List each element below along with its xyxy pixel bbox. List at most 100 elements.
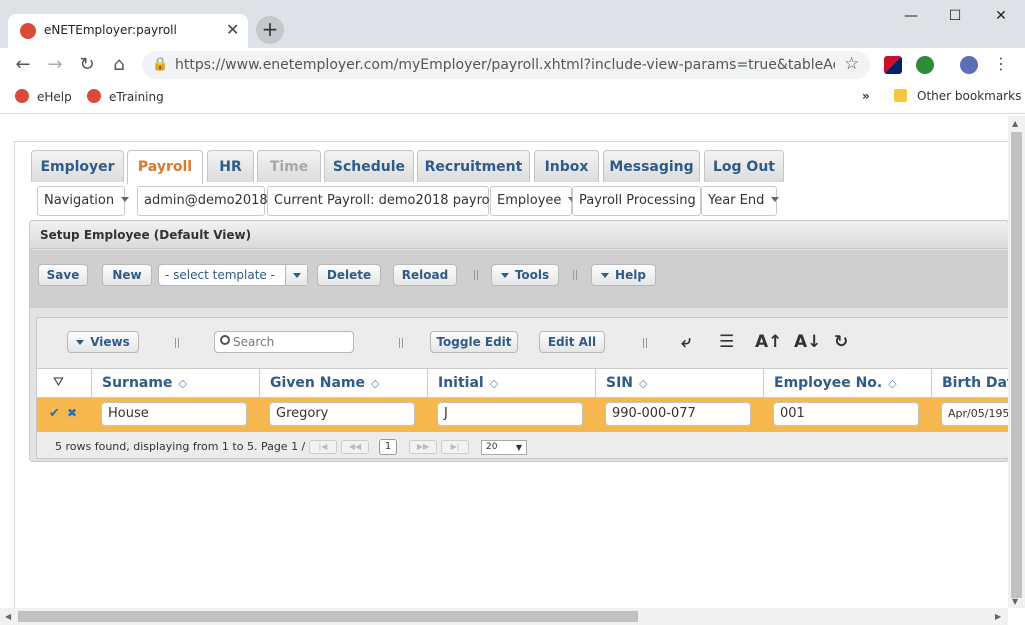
bookmark-ehelp[interactable]: eHelp [15,89,72,104]
tab-schedule[interactable]: Schedule [324,150,414,182]
font-decrease-icon[interactable]: A↓ [794,332,821,352]
sin-field[interactable]: 990-000-077 [605,402,751,426]
sort-icon: ◇ [489,377,499,390]
forward-icon[interactable]: → [43,54,67,76]
surname-field[interactable]: House [101,402,247,426]
filter-icon[interactable]: ⛛ [53,375,64,390]
home-icon[interactable]: ⌂ [107,54,131,76]
close-window-icon[interactable]: ✕ [978,4,1024,28]
delete-button[interactable]: Delete [317,264,381,286]
help-button[interactable]: Help [591,264,656,286]
more-bookmarks-icon[interactable]: » [862,89,870,103]
enet-bookmark-icon [15,89,29,103]
reset-icon[interactable]: ↻ [834,332,848,352]
flag-extension-icon[interactable] [884,56,902,74]
chevron-down-icon: ▼ [515,443,522,452]
vertical-scroll-thumb[interactable] [1011,132,1022,598]
tab-inbox[interactable]: Inbox [534,150,599,182]
reload-button[interactable]: Reload [393,264,457,286]
minimize-icon[interactable]: — [888,4,934,28]
scroll-down-icon[interactable]: ▼ [1012,597,1018,606]
initial-field[interactable]: J [437,402,583,426]
bookmark-etraining[interactable]: eTraining [87,89,164,104]
views-button[interactable]: Views [67,331,139,353]
browser-tab[interactable]: eNETEmployer:payroll ✕ [8,14,248,48]
toolbar-separator [573,270,577,280]
menu-year-end[interactable]: Year End [701,186,780,216]
vertical-scrollbar[interactable]: ▲ ▼ [1008,116,1025,608]
music-extension-icon[interactable] [960,56,978,74]
other-bookmarks[interactable]: Other bookmarks [894,89,1021,103]
enet-favicon-icon [20,23,36,39]
column-surname[interactable]: Surname ◇ [91,369,259,397]
address-bar[interactable]: 🔒 https://www.enetemployer.com/myEmploye… [142,51,870,79]
table-row[interactable]: ✔ ✖ House Gregory J 990-000-077 001 Apr/… [37,398,1008,432]
tab-recruitment[interactable]: Recruitment [417,150,530,182]
birth-date-field[interactable]: Apr/05/1952 [941,402,1008,426]
tab-title: eNETEmployer:payroll [44,23,177,37]
folder-icon [894,89,907,102]
horizontal-scrollbar[interactable]: ◀ ▶ [0,608,1008,625]
menu-kebab-icon[interactable]: ⋮ [993,54,1009,73]
page-1-button[interactable]: 1 [379,439,397,455]
caret-down-icon [500,273,509,278]
given-name-field[interactable]: Gregory [269,402,415,426]
template-dropdown-arrow[interactable] [285,265,307,285]
caret-down-icon [76,340,85,345]
maximize-icon[interactable]: ☐ [932,4,978,28]
employee-no-field[interactable]: 001 [773,402,919,426]
tab-payroll[interactable]: Payroll [127,150,203,184]
toolbar-separator [643,338,647,348]
tab-logout[interactable]: Log Out [704,150,784,182]
scroll-right-icon[interactable]: ▶ [995,612,1001,621]
search-input[interactable]: Search [214,331,354,353]
wrap-text-icon[interactable]: ⤶ [681,332,691,352]
template-select[interactable]: - select template - [158,264,308,286]
edit-all-button[interactable]: Edit All [539,331,605,353]
tab-employer[interactable]: Employer [31,150,124,182]
new-button[interactable]: New [102,264,152,286]
shield-extension-icon[interactable] [916,56,934,74]
column-initial[interactable]: Initial ◇ [427,369,595,397]
toggle-edit-button[interactable]: Toggle Edit [430,331,518,353]
tab-time: Time [257,150,321,182]
cancel-icon[interactable]: ✖ [67,406,77,420]
menu-navigation[interactable]: Navigation [37,186,130,216]
tools-button[interactable]: Tools [491,264,559,286]
prev-page-icon: ◀◀ [341,440,369,454]
tab-messaging[interactable]: Messaging [603,150,700,182]
column-employee-no[interactable]: Employee No. ◇ [763,369,931,397]
bookmark-star-icon[interactable]: ☆ [844,54,859,74]
horizontal-scroll-thumb[interactable] [18,611,638,622]
close-tab-icon[interactable]: ✕ [226,20,239,39]
employee-datatable: Views Search Toggle Edit Edit All ⤶ ☰ A↑… [36,317,1008,459]
url-text: https://www.enetemployer.com/myEmployer/… [175,57,835,73]
column-birth-date[interactable]: Birth Date [931,369,1008,397]
font-increase-icon[interactable]: A↑ [755,332,782,352]
back-icon[interactable]: ← [11,54,35,76]
toolbar-separator [399,338,403,348]
confirm-icon[interactable]: ✔ [49,406,60,421]
rows-per-page-select[interactable]: 20 ▼ [481,440,527,455]
last-page-icon: ▶| [441,440,469,454]
caret-down-icon [121,197,130,202]
scroll-up-icon[interactable]: ▲ [1012,119,1018,128]
lock-icon: 🔒 [152,57,169,72]
menu-employee[interactable]: Employee [490,186,577,216]
panel-title: Setup Employee (Default View) [30,221,1008,249]
menu-current-payroll[interactable]: Current Payroll: demo2018 payroll [267,186,512,216]
column-given-name[interactable]: Given Name ◇ [259,369,427,397]
caret-down-icon [601,273,610,278]
sort-icon: ◇ [371,377,380,390]
clear-filter-icon[interactable]: ☰ [719,332,734,352]
scroll-left-icon[interactable]: ◀ [5,612,11,621]
menu-user[interactable]: admin@demo2018 [137,186,283,216]
menu-payroll-processing[interactable]: Payroll Processing [572,186,711,216]
save-button[interactable]: Save [38,264,88,286]
tab-hr[interactable]: HR [207,150,254,182]
new-tab-button[interactable]: + [256,16,284,44]
reload-icon[interactable]: ↻ [75,54,99,76]
action-toolbar: Save New - select template - Delete Relo… [30,250,1008,308]
column-sin[interactable]: SIN ◇ [595,369,763,397]
paginator: 5 rows found, displaying from 1 to 5. Pa… [37,434,1008,458]
